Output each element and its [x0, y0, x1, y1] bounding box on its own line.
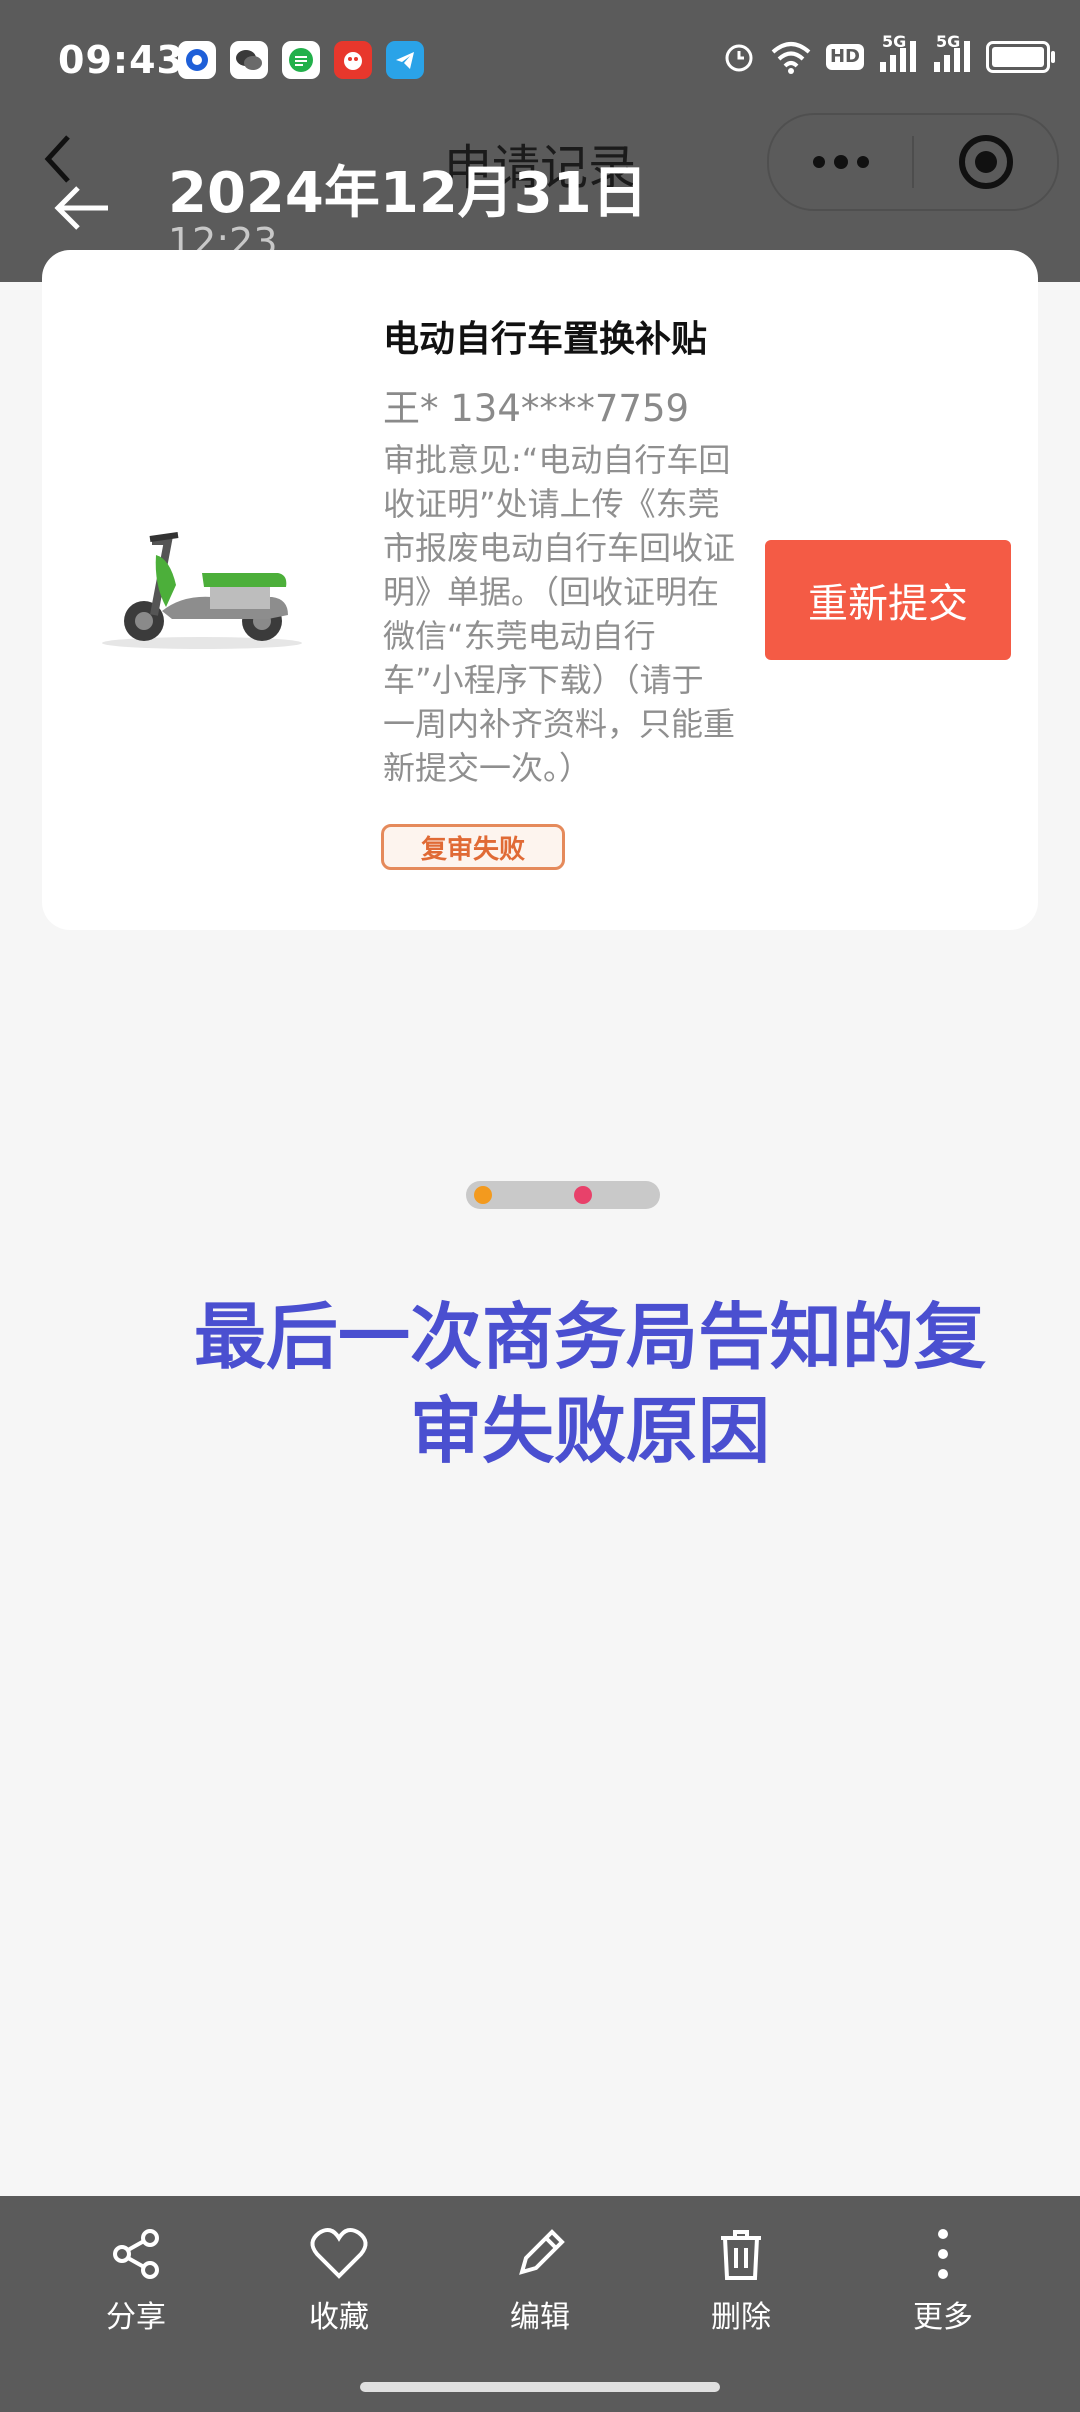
telegram-icon — [386, 41, 424, 79]
subsidy-title: 电动自行车置换补贴 — [383, 319, 708, 360]
more-button[interactable]: 更多 — [868, 2226, 1018, 2336]
electric-scooter-image — [102, 532, 302, 649]
more-vertical-icon — [938, 2229, 948, 2279]
resubmit-button[interactable]: 重新提交 — [765, 540, 1011, 660]
system-status-icons: HD 5G 5G — [722, 32, 1055, 74]
status-time: 09:43 — [58, 38, 184, 82]
target-icon — [958, 135, 1013, 189]
message-app-icon — [282, 41, 320, 79]
viewer-top-overlay: 09:43 HD 5G 5G 申请记录 2024年12月31日 12:23 — [0, 0, 1080, 282]
watermark-logo-icon — [574, 1186, 592, 1204]
network-type-label: 5G — [882, 32, 907, 51]
photo-toolbar: 分享 收藏 编辑 删除 更多 — [0, 2196, 1080, 2412]
more-label: 更多 — [913, 2300, 973, 2335]
shopping-app-icon — [334, 41, 372, 79]
network-type-label: 5G — [936, 32, 961, 51]
wechat-icon — [230, 41, 268, 79]
back-arrow-icon[interactable] — [52, 178, 112, 238]
signal-strength-1: 5G — [878, 32, 918, 74]
watermark-logo-icon — [474, 1186, 492, 1204]
close-mini-program-button[interactable] — [914, 115, 1057, 209]
favorite-label: 收藏 — [309, 2300, 369, 2335]
trash-icon — [721, 2230, 761, 2280]
more-options-button[interactable] — [769, 115, 912, 209]
alarm-icon — [725, 44, 753, 72]
edit-button[interactable]: 编辑 — [465, 2226, 615, 2336]
share-icon — [113, 2229, 159, 2279]
mini-program-capsule — [767, 113, 1059, 211]
watermark — [466, 1181, 660, 1209]
pencil-icon — [519, 2229, 565, 2275]
notification-icons — [178, 41, 424, 79]
approval-opinion: 审批意见:“电动自行车回收证明”处请上传《东莞市报废电动自行车回收证明》单据。（… — [383, 441, 736, 787]
edit-label: 编辑 — [510, 2300, 570, 2335]
delete-label: 删除 — [711, 2300, 771, 2335]
annotation-line-2: 审失败原因 — [409, 1389, 770, 1473]
hd-voice-badge: HD — [825, 44, 864, 70]
battery-icon — [986, 41, 1055, 73]
home-indicator[interactable] — [360, 2382, 720, 2392]
share-button[interactable]: 分享 — [61, 2226, 211, 2336]
favorite-button[interactable]: 收藏 — [264, 2226, 414, 2336]
wifi-icon — [771, 42, 811, 74]
signal-strength-2: 5G — [932, 32, 972, 74]
status-badge: 复审失败 — [381, 824, 565, 870]
applicant-info: 王* 134****7759 — [383, 387, 690, 430]
photo-date: 2024年12月31日 — [168, 161, 648, 226]
delete-button[interactable]: 删除 — [666, 2226, 816, 2336]
more-dots-icon — [812, 155, 869, 169]
heart-icon — [310, 2227, 368, 2279]
annotation-text: 最后一次商务局告知的复 审失败原因 — [150, 1290, 1030, 1478]
share-label: 分享 — [106, 2300, 166, 2335]
app-notification-icon — [178, 41, 216, 79]
annotation-line-1: 最后一次商务局告知的复 — [193, 1295, 986, 1379]
